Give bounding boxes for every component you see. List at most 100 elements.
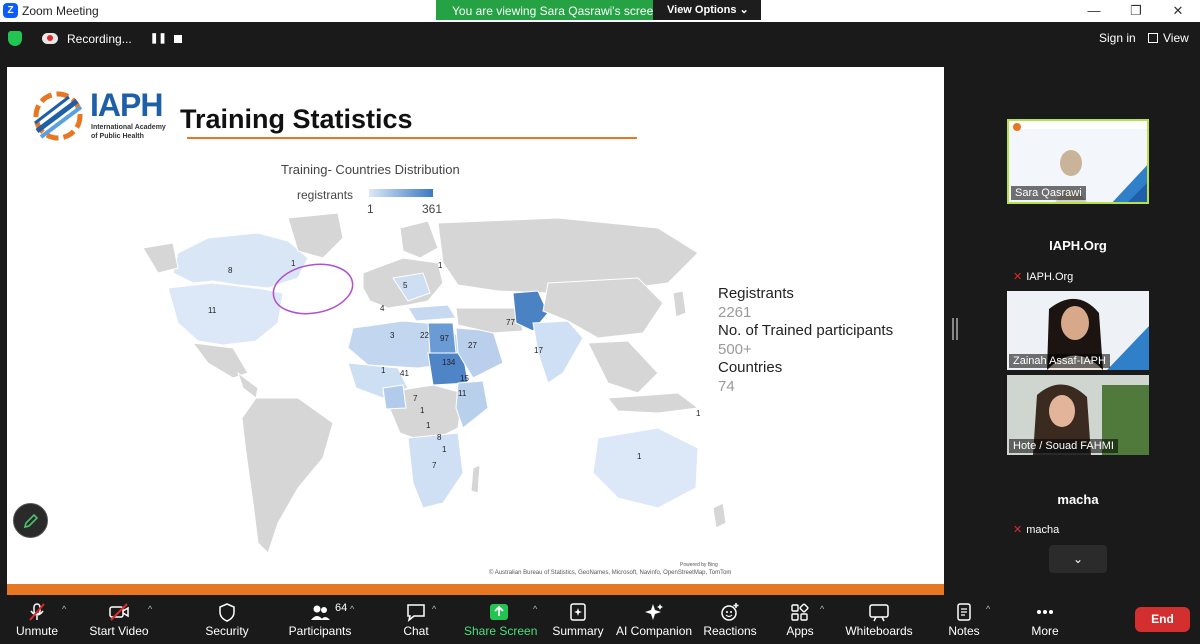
close-button[interactable]: ✕ [1163, 1, 1193, 21]
participant-tile-iaph-org[interactable]: IAPH.Org ✕ IAPH.Org [1007, 210, 1149, 288]
start-video-button[interactable]: Start Video [88, 596, 150, 644]
pencil-icon [23, 513, 39, 529]
map-count-label: 27 [468, 341, 477, 350]
security-label: Security [205, 624, 249, 638]
notes-label: Notes [948, 624, 980, 638]
audio-options-caret[interactable]: ^ [62, 604, 66, 614]
map-count-label: 1 [291, 259, 296, 268]
minimize-button[interactable]: — [1079, 1, 1109, 21]
map-count-label: 7 [432, 461, 437, 470]
ai-companion-button[interactable]: AI Companion [616, 596, 692, 644]
shield-icon [219, 603, 235, 622]
slide-footer-band [7, 584, 944, 595]
map-usa [167, 282, 284, 346]
iaph-logo-icon [33, 91, 83, 141]
app-title: Zoom Meeting [22, 4, 99, 18]
map-credit-sources: © Australian Bureau of Statistics, GeoNa… [489, 570, 732, 576]
chat-button[interactable]: Chat [398, 596, 434, 644]
map-count-label: 7 [413, 394, 418, 403]
zoom-window: Z Zoom Meeting You are viewing Sara Qasr… [0, 0, 1200, 644]
map-count-label: 97 [440, 334, 449, 343]
share-options-caret[interactable]: ^ [533, 604, 537, 614]
more-button[interactable]: More [1025, 596, 1065, 644]
grid-view-icon [1148, 33, 1158, 43]
notes-button[interactable]: Notes [944, 596, 984, 644]
meeting-top-bar: Recording... ❚❚ Sign in View [0, 22, 1200, 55]
participant-display-name: macha [1057, 492, 1099, 507]
map-count-label: 5 [403, 281, 408, 290]
participant-name-row: ✕ macha [1013, 523, 1059, 536]
map-count-label: 22 [420, 331, 429, 340]
annotate-pen-button[interactable] [13, 503, 48, 538]
more-label: More [1031, 624, 1059, 638]
participant-name: macha [1026, 524, 1060, 536]
stat-registrants-value: 2261 [718, 303, 752, 321]
participant-name-row: ✕ IAPH.Org [1013, 270, 1073, 283]
logo-subtitle-line-1: International Academy [91, 124, 166, 131]
map-count-label: 11 [458, 389, 467, 398]
map-new-zealand [712, 502, 727, 529]
scroll-participants-down-button[interactable]: ⌄ [1049, 545, 1107, 573]
sign-in-link[interactable]: Sign in [1099, 31, 1136, 45]
end-meeting-button[interactable]: End [1135, 607, 1190, 632]
map-count-label: 15 [460, 374, 469, 383]
pause-recording-icon[interactable]: ❚❚ [150, 33, 167, 44]
chat-options-caret[interactable]: ^ [432, 604, 436, 614]
map-alaska [142, 242, 179, 274]
chat-label: Chat [403, 624, 429, 638]
map-count-label: 1 [696, 409, 701, 418]
apps-options-caret[interactable]: ^ [820, 604, 824, 614]
participant-tile-zainah[interactable]: Zainah Assaf-IAPH [1007, 291, 1149, 370]
share-screen-icon [490, 604, 508, 620]
participants-count: 64 [335, 602, 348, 614]
map-count-label: 1 [637, 452, 642, 461]
map-count-label: 1 [426, 421, 431, 430]
stat-countries-label: Countries [718, 359, 783, 377]
participant-tile-macha[interactable]: macha ✕ macha [1007, 460, 1149, 540]
participant-name: Sara Qasrawi [1011, 186, 1086, 200]
whiteboards-button[interactable]: Whiteboards [845, 596, 913, 644]
map-australia [592, 427, 699, 509]
apps-icon [791, 603, 809, 621]
participant-tile-souad[interactable]: Hote / Souad FAHMI [1007, 375, 1149, 455]
map-south-america [241, 397, 334, 554]
chevron-down-icon: ⌄ [739, 4, 749, 16]
security-button[interactable]: Security [200, 596, 254, 644]
map-count-label: 77 [506, 318, 515, 327]
security-shield-icon[interactable] [8, 31, 22, 46]
map-count-label: 1 [438, 261, 443, 270]
restore-button[interactable]: ❐ [1121, 1, 1151, 21]
shared-screen-slide: IAPH International Academy of Public Hea… [7, 67, 944, 595]
reactions-icon [721, 603, 739, 621]
map-title: Training- Countries Distribution [281, 162, 460, 177]
participants-icon [311, 605, 330, 620]
participant-name: IAPH.Org [1026, 271, 1074, 283]
share-screen-button[interactable]: Share Screen [464, 596, 537, 644]
map-mexico [191, 342, 249, 379]
stop-recording-icon[interactable] [174, 35, 182, 43]
map-count-label: 1 [420, 406, 425, 415]
participants-options-caret[interactable]: ^ [350, 604, 354, 614]
summary-button[interactable]: Summary [552, 596, 604, 644]
notes-options-caret[interactable]: ^ [986, 604, 990, 614]
reactions-button[interactable]: Reactions [702, 596, 758, 644]
reactions-label: Reactions [703, 624, 757, 638]
map-indonesia [607, 392, 700, 414]
stat-countries-value: 74 [718, 377, 735, 395]
video-options-caret[interactable]: ^ [148, 604, 152, 614]
recording-indicator: Recording... ❚❚ [34, 27, 192, 50]
participant-tile-sara[interactable]: Sara Qasrawi [1007, 119, 1149, 204]
view-button[interactable]: View [1148, 31, 1189, 45]
summary-icon [570, 603, 586, 621]
participants-label: Participants [288, 624, 352, 638]
panel-resize-handle[interactable] [952, 318, 958, 340]
title-bar: Z Zoom Meeting You are viewing Sara Qasr… [0, 0, 1200, 22]
view-options-button[interactable]: View Options ⌄ [653, 0, 761, 20]
apps-button[interactable]: Apps [782, 596, 818, 644]
more-icon [1037, 610, 1053, 614]
map-scandinavia [399, 220, 439, 259]
unmute-button[interactable]: Unmute [8, 596, 66, 644]
chevron-down-icon: ⌄ [1072, 552, 1084, 566]
unmute-label: Unmute [15, 624, 59, 638]
logo-wordmark: IAPH [90, 87, 163, 123]
